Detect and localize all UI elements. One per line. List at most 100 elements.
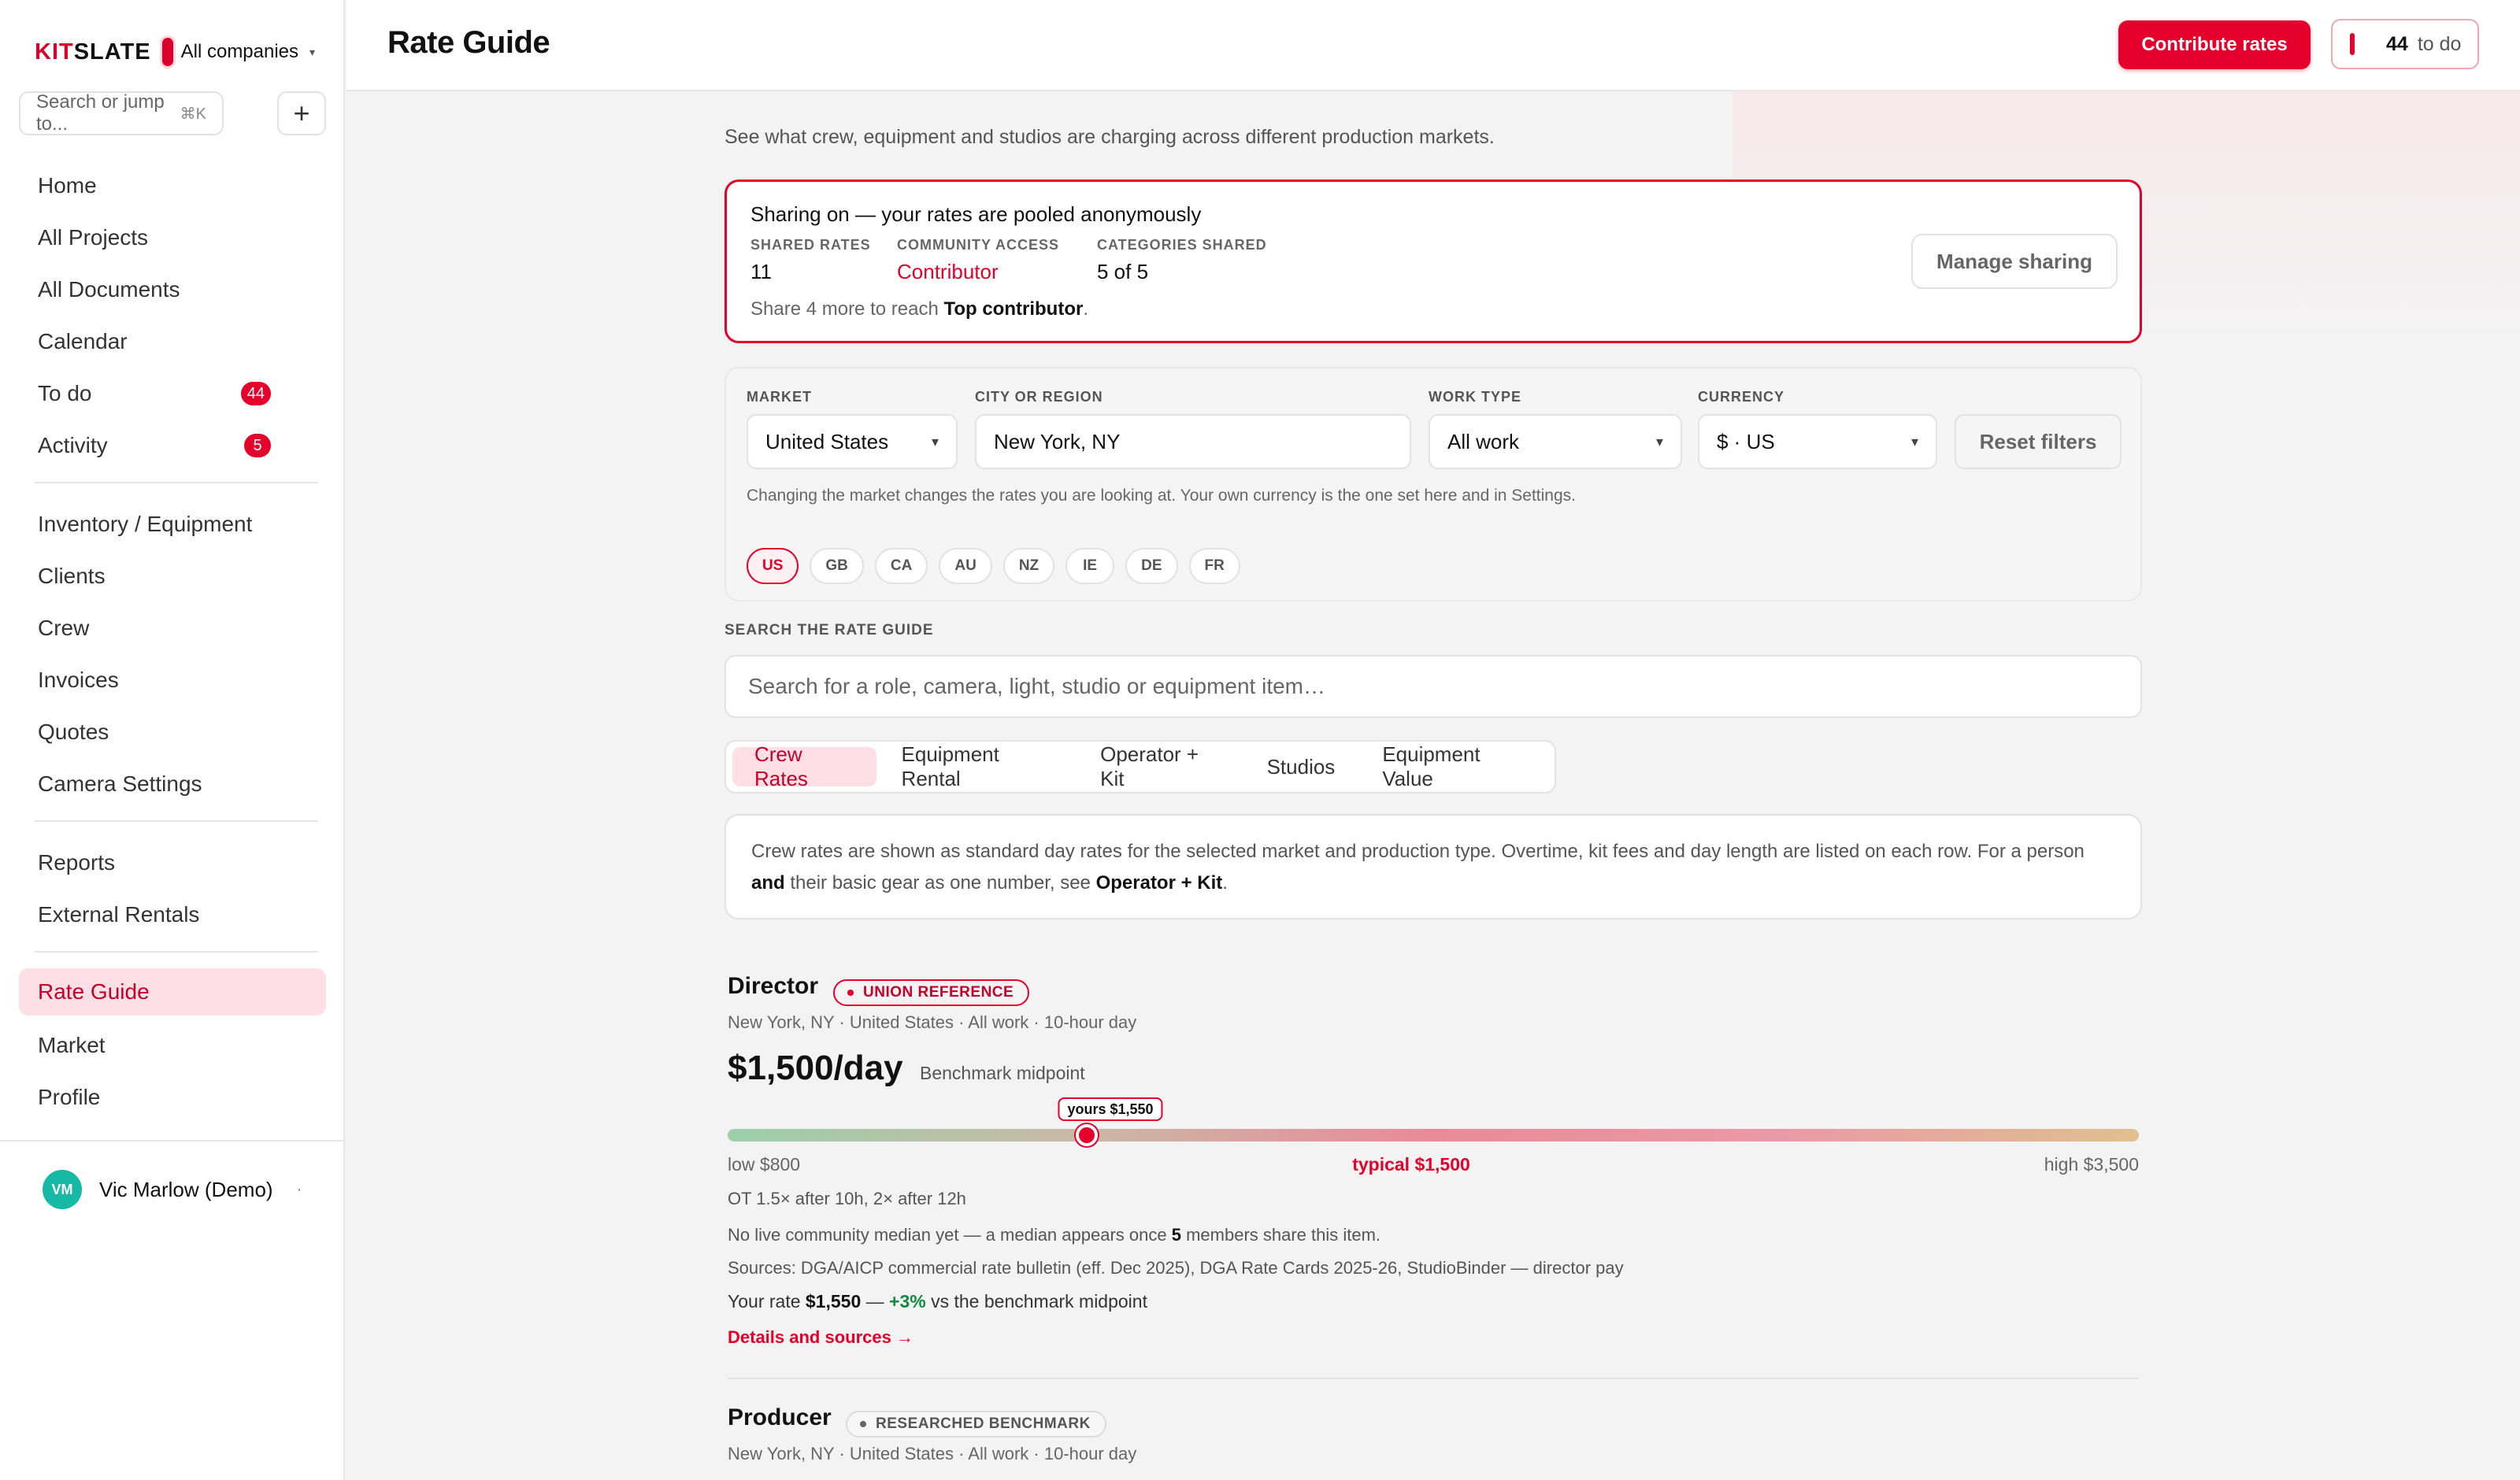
chip-us[interactable]: US [747,548,799,584]
brand-mark-icon [161,38,173,66]
sidebar-item-inventory[interactable]: Inventory / Equipment [19,501,326,548]
contribute-rates-button[interactable]: Contribute rates [2118,20,2311,69]
currency-select[interactable]: $ · US ▾ [1698,414,1937,469]
chip-nz[interactable]: NZ [1002,548,1055,584]
more-icon[interactable]: · [297,1181,302,1199]
your-rate-tag: yours $1,550 [1058,1097,1163,1121]
page-subtitle: See what crew, equipment and studios are… [724,126,1495,148]
stat-value: 11 [750,260,772,283]
manage-sharing-button[interactable]: Manage sharing [1911,234,2118,289]
chip-au[interactable]: AU [939,548,992,584]
search-placeholder: Search for a role, camera, light, studio… [748,674,1326,698]
sidebar-item-clients[interactable]: Clients [19,553,326,600]
sharing-title: Sharing on — your rates are pooled anony… [750,202,1202,226]
rate-range: yours $1,550 low $800 typical $1,500 hig… [728,1097,2139,1193]
add-button[interactable]: + [277,91,326,135]
sidebar-item-quotes[interactable]: Quotes [19,709,326,756]
city-input[interactable]: New York, NY [975,414,1411,469]
chip-gb[interactable]: GB [810,548,864,584]
company-name: All companies [180,41,299,62]
sharing-card: Sharing on — your rates are pooled anony… [724,179,2142,343]
chevron-down-icon: ▾ [309,45,316,58]
select-value: $ · US [1717,429,1775,453]
rate-title: Producer [728,1404,832,1430]
city-label: CITY OR REGION [975,389,1103,405]
sidebar-item-label: Reports [38,850,116,875]
sidebar-item-label: Profile [38,1085,101,1109]
sidebar-item-label: Rate Guide [38,979,150,1004]
sidebar-item-label: All Projects [38,225,149,250]
details-sources-link[interactable]: Details and sources → [728,1327,914,1348]
sidebar-item-crew[interactable]: Crew [19,605,326,652]
market-chips: US GB CA AU NZ IE DE FR [747,548,1240,584]
user-divider [0,1140,345,1141]
company-switcher[interactable]: KITSLATE All companies ▾ [35,36,315,68]
page-title: Rate Guide [387,25,550,60]
tab-equipment-rental[interactable]: Equipment Rental [880,742,1076,790]
overtime-note: OT 1.5× after 10h, 2× after 12h [728,1189,966,1208]
sidebar-item-label: Crew [38,616,90,640]
rate-title: Director [728,973,819,999]
sidebar-search-input[interactable]: Search or jump to... ⌘K [19,91,224,135]
sidebar-item-label: Market [38,1033,106,1057]
stat-label: CATEGORIES SHARED [1097,237,1267,253]
top-bar: Rate Guide Contribute rates 44 to do [346,0,2520,91]
union-reference-badge: UNION REFERENCE [833,979,1030,1006]
stat-value: 5 of 5 [1097,260,1149,283]
shortcut-hint: ⌘K [180,105,206,123]
todo-indicator-icon [2350,33,2355,55]
market-select[interactable]: United States ▾ [747,414,958,469]
sidebar-item-activity[interactable]: Activity 5 [19,422,326,469]
sidebar-item-label: Quotes [38,720,109,744]
rate-meta: New York, NY · United States · All work … [728,1444,1137,1463]
sidebar-item-all-projects[interactable]: All Projects [19,214,326,261]
kitslate-logo: KITSLATE [35,39,151,65]
stat-categories-shared: CATEGORIES SHARED 5 of 5 [1097,237,1267,284]
count-badge: 5 [244,434,271,457]
sidebar-item-invoices[interactable]: Invoices [19,657,326,704]
sidebar-item-external-rentals[interactable]: External Rentals [19,891,326,938]
sidebar-item-camera-settings[interactable]: Camera Settings [19,760,326,808]
reset-filters-button[interactable]: Reset filters [1955,414,2122,469]
rate-price: $1,500/day [728,1049,903,1087]
filters-card: MARKET United States ▾ CITY OR REGION New… [724,367,2142,601]
avatar: VM [43,1170,82,1209]
your-rate-note: Your rate $1,550 — +3% vs the benchmark … [728,1291,1147,1312]
sidebar-item-label: Inventory / Equipment [38,512,253,536]
stat-label: SHARED RATES [750,237,871,253]
sidebar-item-all-documents[interactable]: All Documents [19,266,326,313]
todo-button[interactable]: 44 to do [2331,19,2479,69]
input-value: New York, NY [994,429,1121,453]
your-rate-marker[interactable] [1076,1124,1098,1146]
chip-ie[interactable]: IE [1065,548,1115,584]
market-note: Changing the market changes the rates yo… [747,487,1576,505]
chip-ca[interactable]: CA [874,548,928,584]
work-type-select[interactable]: All work ▾ [1429,414,1682,469]
tab-operator-kit[interactable]: Operator + Kit [1078,742,1241,790]
chevron-down-icon: ▾ [1910,433,1918,450]
sidebar-item-rate-guide[interactable]: Rate Guide [19,968,326,1016]
sidebar-item-calendar[interactable]: Calendar [19,318,326,365]
chip-de[interactable]: DE [1125,548,1178,584]
tab-studios[interactable]: Studios [1245,747,1358,786]
rate-guide-search-input[interactable]: Search for a role, camera, light, studio… [724,655,2142,718]
chip-fr[interactable]: FR [1188,548,1240,584]
range-bar [728,1129,2139,1141]
sidebar: KITSLATE All companies ▾ Search or jump … [0,0,345,1480]
tab-crew-rates[interactable]: Crew Rates [732,742,876,790]
search-label: SEARCH THE RATE GUIDE [724,622,934,638]
sidebar-item-reports[interactable]: Reports [19,839,326,886]
user-menu[interactable]: VM Vic Marlow (Demo) · [43,1170,302,1209]
sidebar-item-to-do[interactable]: To do 44 [19,370,326,417]
sidebar-item-home[interactable]: Home [19,162,326,209]
count-badge: 44 [240,382,271,405]
chevron-down-icon: ▾ [931,433,939,450]
market-label: MARKET [747,389,812,405]
community-note: No live community median yet — a median … [728,1225,1381,1245]
sidebar-item-profile[interactable]: Profile [19,1074,326,1121]
range-high-label: high $3,500 [2044,1154,2139,1175]
sidebar-item-market[interactable]: Market [19,1022,326,1069]
sidebar-item-label: Home [38,173,97,198]
dot-icon [860,1421,866,1427]
tab-equipment-value[interactable]: Equipment Value [1360,742,1548,790]
